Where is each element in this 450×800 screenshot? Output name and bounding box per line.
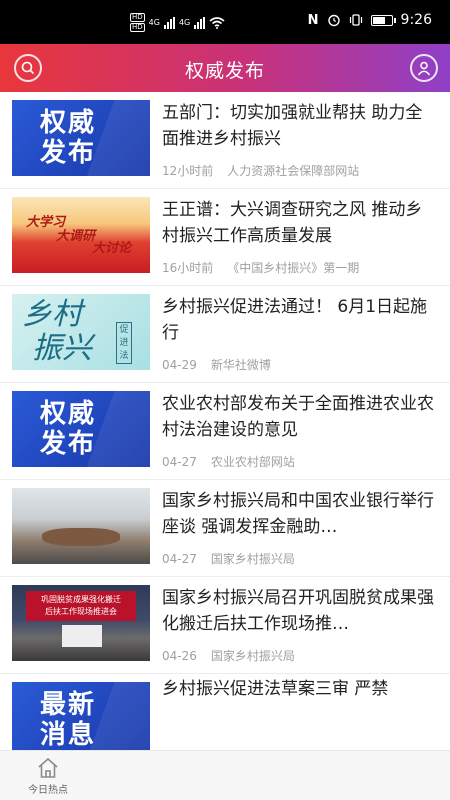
news-source: 农业农村部网站	[210, 455, 295, 469]
page-title: 权威发布	[184, 60, 265, 82]
signal-icon	[194, 16, 206, 29]
news-list: 权威 发布 五部门：切实加强就业帮扶 助力全面推进乡村振兴 12小时前 人力资源社…	[0, 92, 450, 750]
news-thumbnail: 最新 消息	[12, 682, 150, 750]
news-meta: 04-26 国家乡村振兴局	[162, 647, 295, 664]
news-meta: 04-27 农业农村部网站	[162, 453, 295, 470]
news-item[interactable]: 乡村 振兴 促进法 乡村振兴促进法通过！ 6月1日起施行 04-29 新华社微博	[0, 286, 450, 383]
app-header: 权威发布	[0, 44, 450, 92]
alarm-icon	[327, 14, 340, 27]
thumbnail-caption: 权威 发布	[40, 399, 97, 459]
profile-button[interactable]	[410, 54, 438, 82]
news-thumbnail	[12, 488, 150, 564]
news-time: 04-29	[162, 358, 197, 372]
status-right: N 9:26	[308, 12, 432, 28]
news-thumbnail: 权威 发布	[12, 391, 150, 467]
news-item[interactable]: 权威 发布 五部门：切实加强就业帮扶 助力全面推进乡村振兴 12小时前 人力资源社…	[0, 92, 450, 189]
photo-banner: 巩固脱贫成果强化搬迁 后扶工作现场推进会	[26, 591, 136, 621]
status-bar: HD HD 4G 4G N 9:26	[0, 0, 450, 44]
news-thumbnail: 乡村 振兴 促进法	[12, 294, 150, 370]
news-title: 王正谱：大兴调查研究之风 推动乡村振兴工作高质量发展	[162, 200, 423, 246]
news-meta: 04-27 国家乡村振兴局	[162, 550, 295, 567]
status-left: HD HD 4G 4G	[130, 13, 225, 32]
wifi-icon	[209, 16, 225, 29]
news-thumbnail: 权威 发布	[12, 100, 150, 176]
home-icon	[38, 758, 58, 778]
news-meta: 12小时前 人力资源社会保障部网站	[162, 162, 359, 179]
thumbnail-caption: 乡村 振兴	[22, 297, 92, 366]
status-time: 9:26	[400, 12, 432, 28]
news-title: 乡村振兴促进法草案三审 严禁	[162, 679, 389, 699]
network-label: 4G	[178, 18, 191, 27]
news-time: 12小时前	[162, 164, 214, 178]
thumbnail-stamp: 促进法	[116, 322, 132, 364]
news-title: 国家乡村振兴局召开巩固脱贫成果强化搬迁后扶工作现场推…	[162, 588, 434, 634]
news-item[interactable]: 国家乡村振兴局和中国农业银行举行座谈 强调发挥金融助… 04-27 国家乡村振兴局	[0, 480, 450, 577]
nfc-icon: N	[307, 12, 319, 28]
hd-badge: HD	[130, 23, 145, 32]
vibrate-icon	[349, 14, 362, 26]
news-item[interactable]: 巩固脱贫成果强化搬迁 后扶工作现场推进会 国家乡村振兴局召开巩固脱贫成果强化搬迁…	[0, 577, 450, 674]
news-time: 04-26	[162, 649, 197, 663]
news-item[interactable]: 最新 消息 乡村振兴促进法草案三审 严禁	[0, 674, 450, 750]
news-title: 农业农村部发布关于全面推进农业农村法治建设的意见	[162, 394, 434, 440]
user-icon	[417, 61, 431, 76]
news-item[interactable]: 大学习 大调研 大讨论 王正谱：大兴调查研究之风 推动乡村振兴工作高质量发展 1…	[0, 189, 450, 286]
news-title: 五部门：切实加强就业帮扶 助力全面推进乡村振兴	[162, 103, 423, 149]
news-title: 国家乡村振兴局和中国农业银行举行座谈 强调发挥金融助…	[162, 491, 434, 537]
news-thumbnail: 大学习 大调研 大讨论	[12, 197, 150, 273]
news-thumbnail: 巩固脱贫成果强化搬迁 后扶工作现场推进会	[12, 585, 150, 661]
news-meta: 16小时前 《中国乡村振兴》第一期	[162, 259, 359, 276]
news-source: 国家乡村振兴局	[210, 649, 295, 663]
battery-icon	[370, 14, 396, 26]
news-source: 《中国乡村振兴》第一期	[227, 261, 360, 275]
news-time: 04-27	[162, 552, 197, 566]
news-item[interactable]: 权威 发布 农业农村部发布关于全面推进农业农村法治建设的意见 04-27 农业农村…	[0, 383, 450, 480]
news-source: 新华社微博	[210, 358, 271, 372]
signal-icon	[163, 16, 175, 29]
news-time: 16小时前	[162, 261, 214, 275]
bottom-tab-bar: 今日热点	[0, 750, 450, 800]
photo-meeting-table	[42, 528, 120, 546]
news-source: 国家乡村振兴局	[210, 552, 295, 566]
tab-today-hot[interactable]: 今日热点	[18, 757, 78, 796]
thumbnail-caption: 权威 发布	[40, 108, 97, 168]
news-source: 人力资源社会保障部网站	[227, 164, 360, 178]
network-label: 4G	[148, 18, 160, 27]
photo-screen	[62, 625, 102, 647]
news-title: 乡村振兴促进法通过！ 6月1日起施行	[162, 297, 428, 343]
thumbnail-caption: 最新 消息	[40, 690, 97, 750]
news-meta: 04-29 新华社微博	[162, 356, 271, 373]
hd-badge: HD	[130, 13, 145, 22]
news-time: 04-27	[162, 455, 197, 469]
tab-label: 今日热点	[28, 785, 68, 796]
